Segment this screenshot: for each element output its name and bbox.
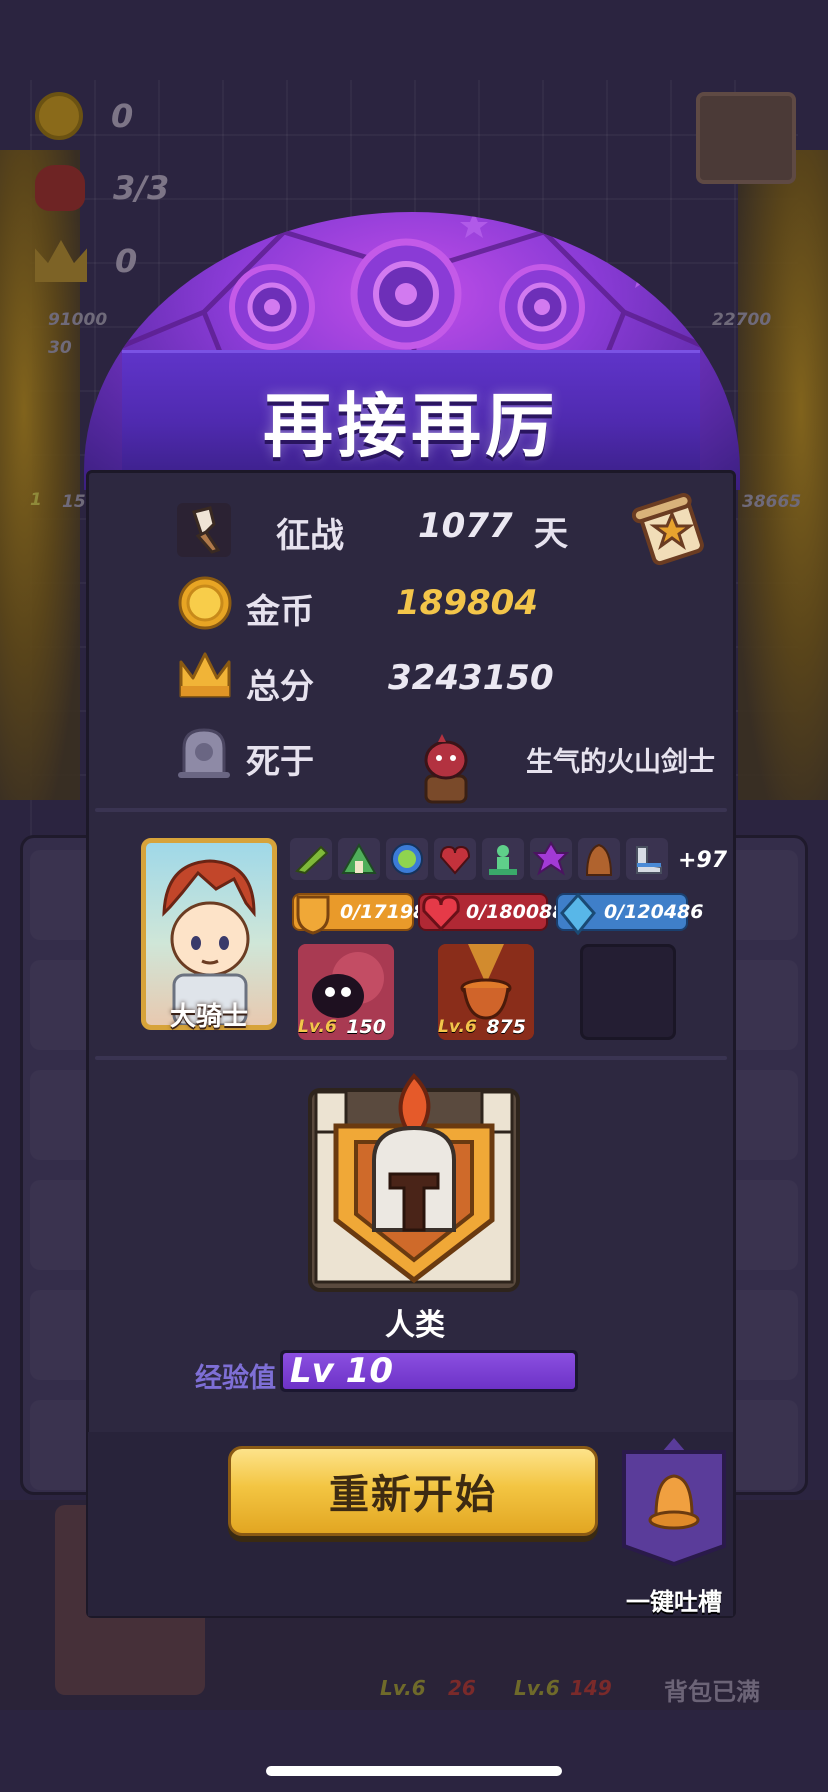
bg-skill-1-level: Lv.6 [380,1676,426,1700]
tombstone-icon [176,726,232,784]
statue-icon[interactable] [482,838,524,880]
bg-lives-value: 3/3 [113,169,170,207]
health-stat: 0/180088 [418,893,565,932]
mana-stat: 0/120486 [556,893,703,935]
bg-skill-1-value: 26 [448,1676,476,1700]
health-value: 0/180088 [466,901,566,923]
tent-icon[interactable] [338,838,380,880]
feedback-label: 一键吐槽 [626,1588,722,1616]
bg-coin-counter: 0 [35,92,133,140]
death-label: 死于 [246,742,314,782]
crown-icon [35,240,87,282]
heart-icon [422,895,460,932]
home-indicator[interactable] [266,1766,562,1776]
divider [95,1056,727,1060]
bg-coin-value: 0 [111,97,134,135]
coin-icon [35,92,83,140]
bg-right-stat-2: 38665 [742,492,802,512]
bag-full-label: 背包已满 [664,1678,760,1706]
chest-icon [696,92,796,184]
target-ornaments [229,238,585,350]
exp-label: 经验值 [195,1363,276,1394]
human-race-emblem-icon [306,1070,522,1306]
race-name: 人类 [385,1308,445,1343]
equipment-row [290,838,668,880]
campaign-label: 征战 [276,516,344,556]
bg-level: 1 [30,490,42,510]
bg-level-suffix: 15 [62,492,86,512]
campaign-days-unit: 天 [534,514,568,554]
score-label: 总分 [246,667,314,707]
gold-coin-icon [178,576,232,634]
death-cause: 生气的火山剑士 [526,747,715,778]
background-lava-right [738,150,828,800]
extra-items-count[interactable]: +97 [678,848,727,873]
race-level: Lv 10 [290,1351,393,1391]
devil-icon [35,165,85,211]
skill-1-level: Lv.6 [298,1017,337,1037]
winged-boot-icon[interactable] [626,838,668,880]
bg-skill-2-level: Lv.6 [514,1676,560,1700]
gold-label: 金币 [246,592,314,632]
bg-lives-counter: 3/3 [35,165,169,211]
heart-organ-icon[interactable] [434,838,476,880]
campaign-days-value: 1077 [418,506,513,546]
divider [95,808,727,812]
horn-icon[interactable] [290,838,332,880]
bg-skill-2-value: 149 [570,1676,612,1700]
magic-circle-icon[interactable] [530,838,572,880]
feedback-button[interactable] [620,1438,728,1567]
skill-2-value: 875 [486,1016,526,1038]
mana-value: 0/120486 [604,901,704,923]
gold-value: 189804 [396,583,538,623]
sword-icon [176,502,232,562]
skill-slot-1[interactable]: Lv.6 150 [298,944,394,1040]
restart-button[interactable]: 重新开始 [228,1446,598,1536]
shield-icon [296,895,330,935]
crown-icon [178,650,232,704]
dialog-title: 再接再厉 [263,385,559,467]
zombie-mask-icon[interactable] [386,838,428,880]
skill-slot-2[interactable]: Lv.6 875 [438,944,534,1040]
hero-name: 大骑士 [169,1002,248,1032]
angry-volcano-swordsman-icon [420,732,472,808]
armor-stat: 0/171988 [292,893,439,935]
crystal-icon [560,893,596,935]
skill-1-value: 150 [346,1016,386,1038]
skill-slot-empty[interactable] [580,944,676,1040]
scroll-icon[interactable] [631,490,714,572]
bg-stat-2: 30 [48,338,72,358]
hooded-figure-icon[interactable] [578,838,620,880]
feedback-banner-icon [622,1438,726,1567]
skill-2-level: Lv.6 [438,1017,477,1037]
score-value: 3243150 [388,658,554,698]
